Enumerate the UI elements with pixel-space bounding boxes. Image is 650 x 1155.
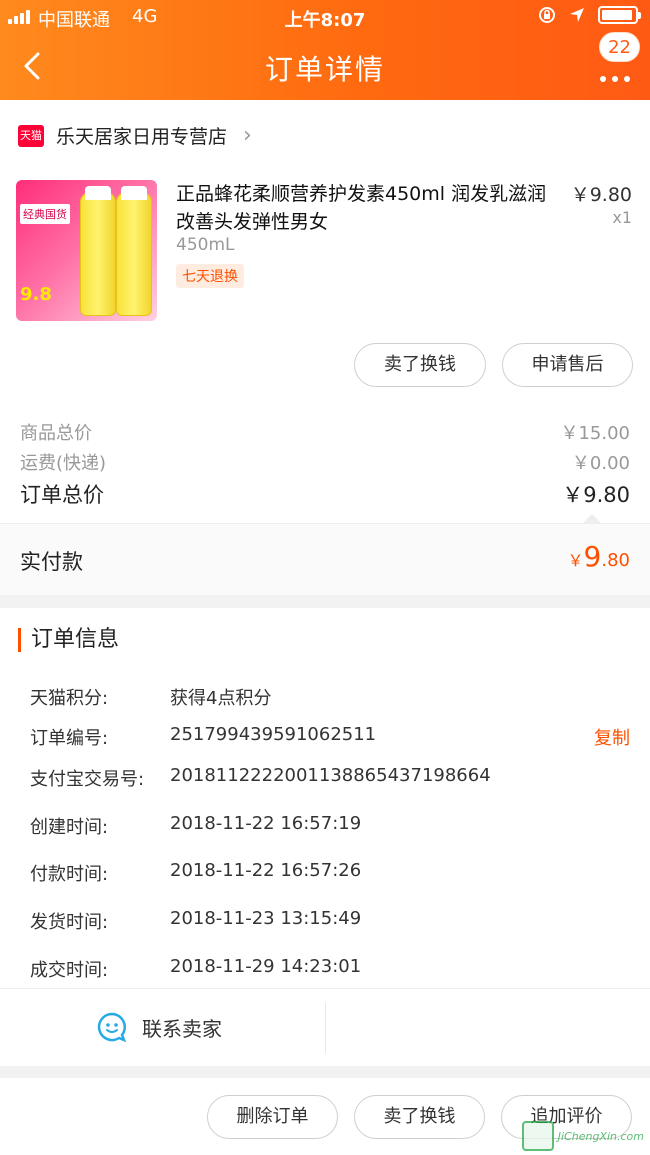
info-label: 创建时间: xyxy=(30,817,109,838)
product-image-label: 经典国货 xyxy=(20,204,70,224)
battery-icon xyxy=(598,6,641,24)
order-number: 251799439591062511 xyxy=(170,724,377,745)
contact-seller-button[interactable]: 联系卖家 xyxy=(96,1011,222,1043)
info-value: 2018-11-29 14:23:01 xyxy=(170,956,362,977)
product-price: ￥9.80 xyxy=(570,184,632,206)
info-value: 2018-11-23 13:15:49 xyxy=(170,908,362,929)
info-value: 2018112222001138865437198664 xyxy=(170,765,491,786)
product-quantity: x1 xyxy=(612,208,632,227)
paid-amount-row: 实付款 ￥9.80 xyxy=(0,514,650,595)
header-bar: 中国联通 4G 上午8:07 订单详情 22 xyxy=(0,0,650,100)
info-value: 2018-11-22 16:57:26 xyxy=(170,860,362,881)
shop-link[interactable]: 天猫 乐天居家日用专营店 › xyxy=(18,122,252,149)
order-info-title: 订单信息 xyxy=(18,628,119,652)
shop-name: 乐天居家日用专营店 xyxy=(56,126,228,148)
paid-currency: ￥ xyxy=(567,551,584,570)
sell-for-cash-button[interactable]: 卖了换钱 xyxy=(354,343,486,387)
watermark-text: JiChengXin.com xyxy=(557,1129,644,1143)
after-sale-button[interactable]: 申请售后 xyxy=(502,343,633,387)
bottom-action-bar: 删除订单 卖了换钱 追加评价 JiChengXin.com xyxy=(0,1078,650,1155)
chat-bubble-icon xyxy=(97,1012,127,1043)
contact-section: 联系卖家 xyxy=(0,988,650,1066)
watermark: JiChengXin.com xyxy=(521,1121,644,1151)
info-label: 天猫积分: xyxy=(30,688,109,709)
paid-value: ￥9.80 xyxy=(568,540,630,573)
more-dots-icon xyxy=(600,76,630,82)
info-value: 获得4点积分 xyxy=(170,688,272,709)
location-arrow-icon xyxy=(570,8,584,22)
sell-for-cash-bottom-button[interactable]: 卖了换钱 xyxy=(354,1095,485,1139)
divider xyxy=(325,1003,326,1053)
bottle-shape xyxy=(116,192,152,316)
bottle-cap xyxy=(121,186,147,200)
bottle-shape xyxy=(80,192,116,316)
shipping-value: ￥0.00 xyxy=(571,453,630,474)
tmall-logo-icon: 天猫 xyxy=(18,124,44,147)
contact-seller-label: 联系卖家 xyxy=(142,1016,222,1041)
rotation-lock-icon xyxy=(539,7,555,23)
paid-integer: 9 xyxy=(583,540,602,573)
goods-total-label: 商品总价 xyxy=(20,423,92,444)
order-total-value: ￥9.80 xyxy=(562,483,630,507)
info-label: 支付宝交易号: xyxy=(30,769,145,790)
goods-total-row: 商品总价 ￥15.00 xyxy=(20,419,630,445)
paid-decimal: .80 xyxy=(601,550,630,571)
price-summary: 商品总价 ￥15.00 运费(快递) ￥0.00 订单总价 ￥9.80 xyxy=(0,405,650,523)
shipping-row: 运费(快递) ￥0.00 xyxy=(20,449,630,475)
order-info-section: 订单信息 天猫积分: 获得4点积分 订单编号: 2517994395910625… xyxy=(0,608,650,988)
notch-decoration xyxy=(582,514,602,524)
info-label: 发货时间: xyxy=(30,912,109,933)
watermark-logo-icon xyxy=(521,1121,554,1151)
bottle-cap xyxy=(85,186,111,200)
product-spec: 450mL xyxy=(176,235,235,255)
order-total-row: 订单总价 ￥9.80 xyxy=(20,479,630,509)
status-bar: 中国联通 4G 上午8:07 xyxy=(0,0,650,34)
shop-section: 天猫 乐天居家日用专营店 › 经典国货 9.8 正品蜂花柔顺营养护发素450ml… xyxy=(0,100,650,405)
order-total-label: 订单总价 xyxy=(20,483,104,507)
info-label: 付款时间: xyxy=(30,864,109,885)
copy-button[interactable]: 复制 xyxy=(594,724,630,750)
product-name[interactable]: 正品蜂花柔顺营养护发素450ml 润发乳滋润改善头发弹性男女 xyxy=(176,180,560,236)
page-title: 订单详情 xyxy=(264,53,385,86)
info-value: 2018-11-22 16:57:19 xyxy=(170,813,362,834)
shipping-label: 运费(快递) xyxy=(20,453,107,474)
info-label: 成交时间: xyxy=(30,960,109,981)
chevron-right-icon: › xyxy=(243,123,252,148)
goods-total-value: ￥15.00 xyxy=(560,423,630,444)
product-image[interactable]: 经典国货 9.8 xyxy=(16,180,157,321)
return-policy-tag: 七天退换 xyxy=(176,264,244,288)
info-label: 订单编号: xyxy=(30,728,109,749)
paid-label: 实付款 xyxy=(20,550,83,574)
delete-order-button[interactable]: 删除订单 xyxy=(207,1095,338,1139)
more-menu-button[interactable] xyxy=(598,54,632,84)
product-image-price: 9.8 xyxy=(20,284,52,305)
